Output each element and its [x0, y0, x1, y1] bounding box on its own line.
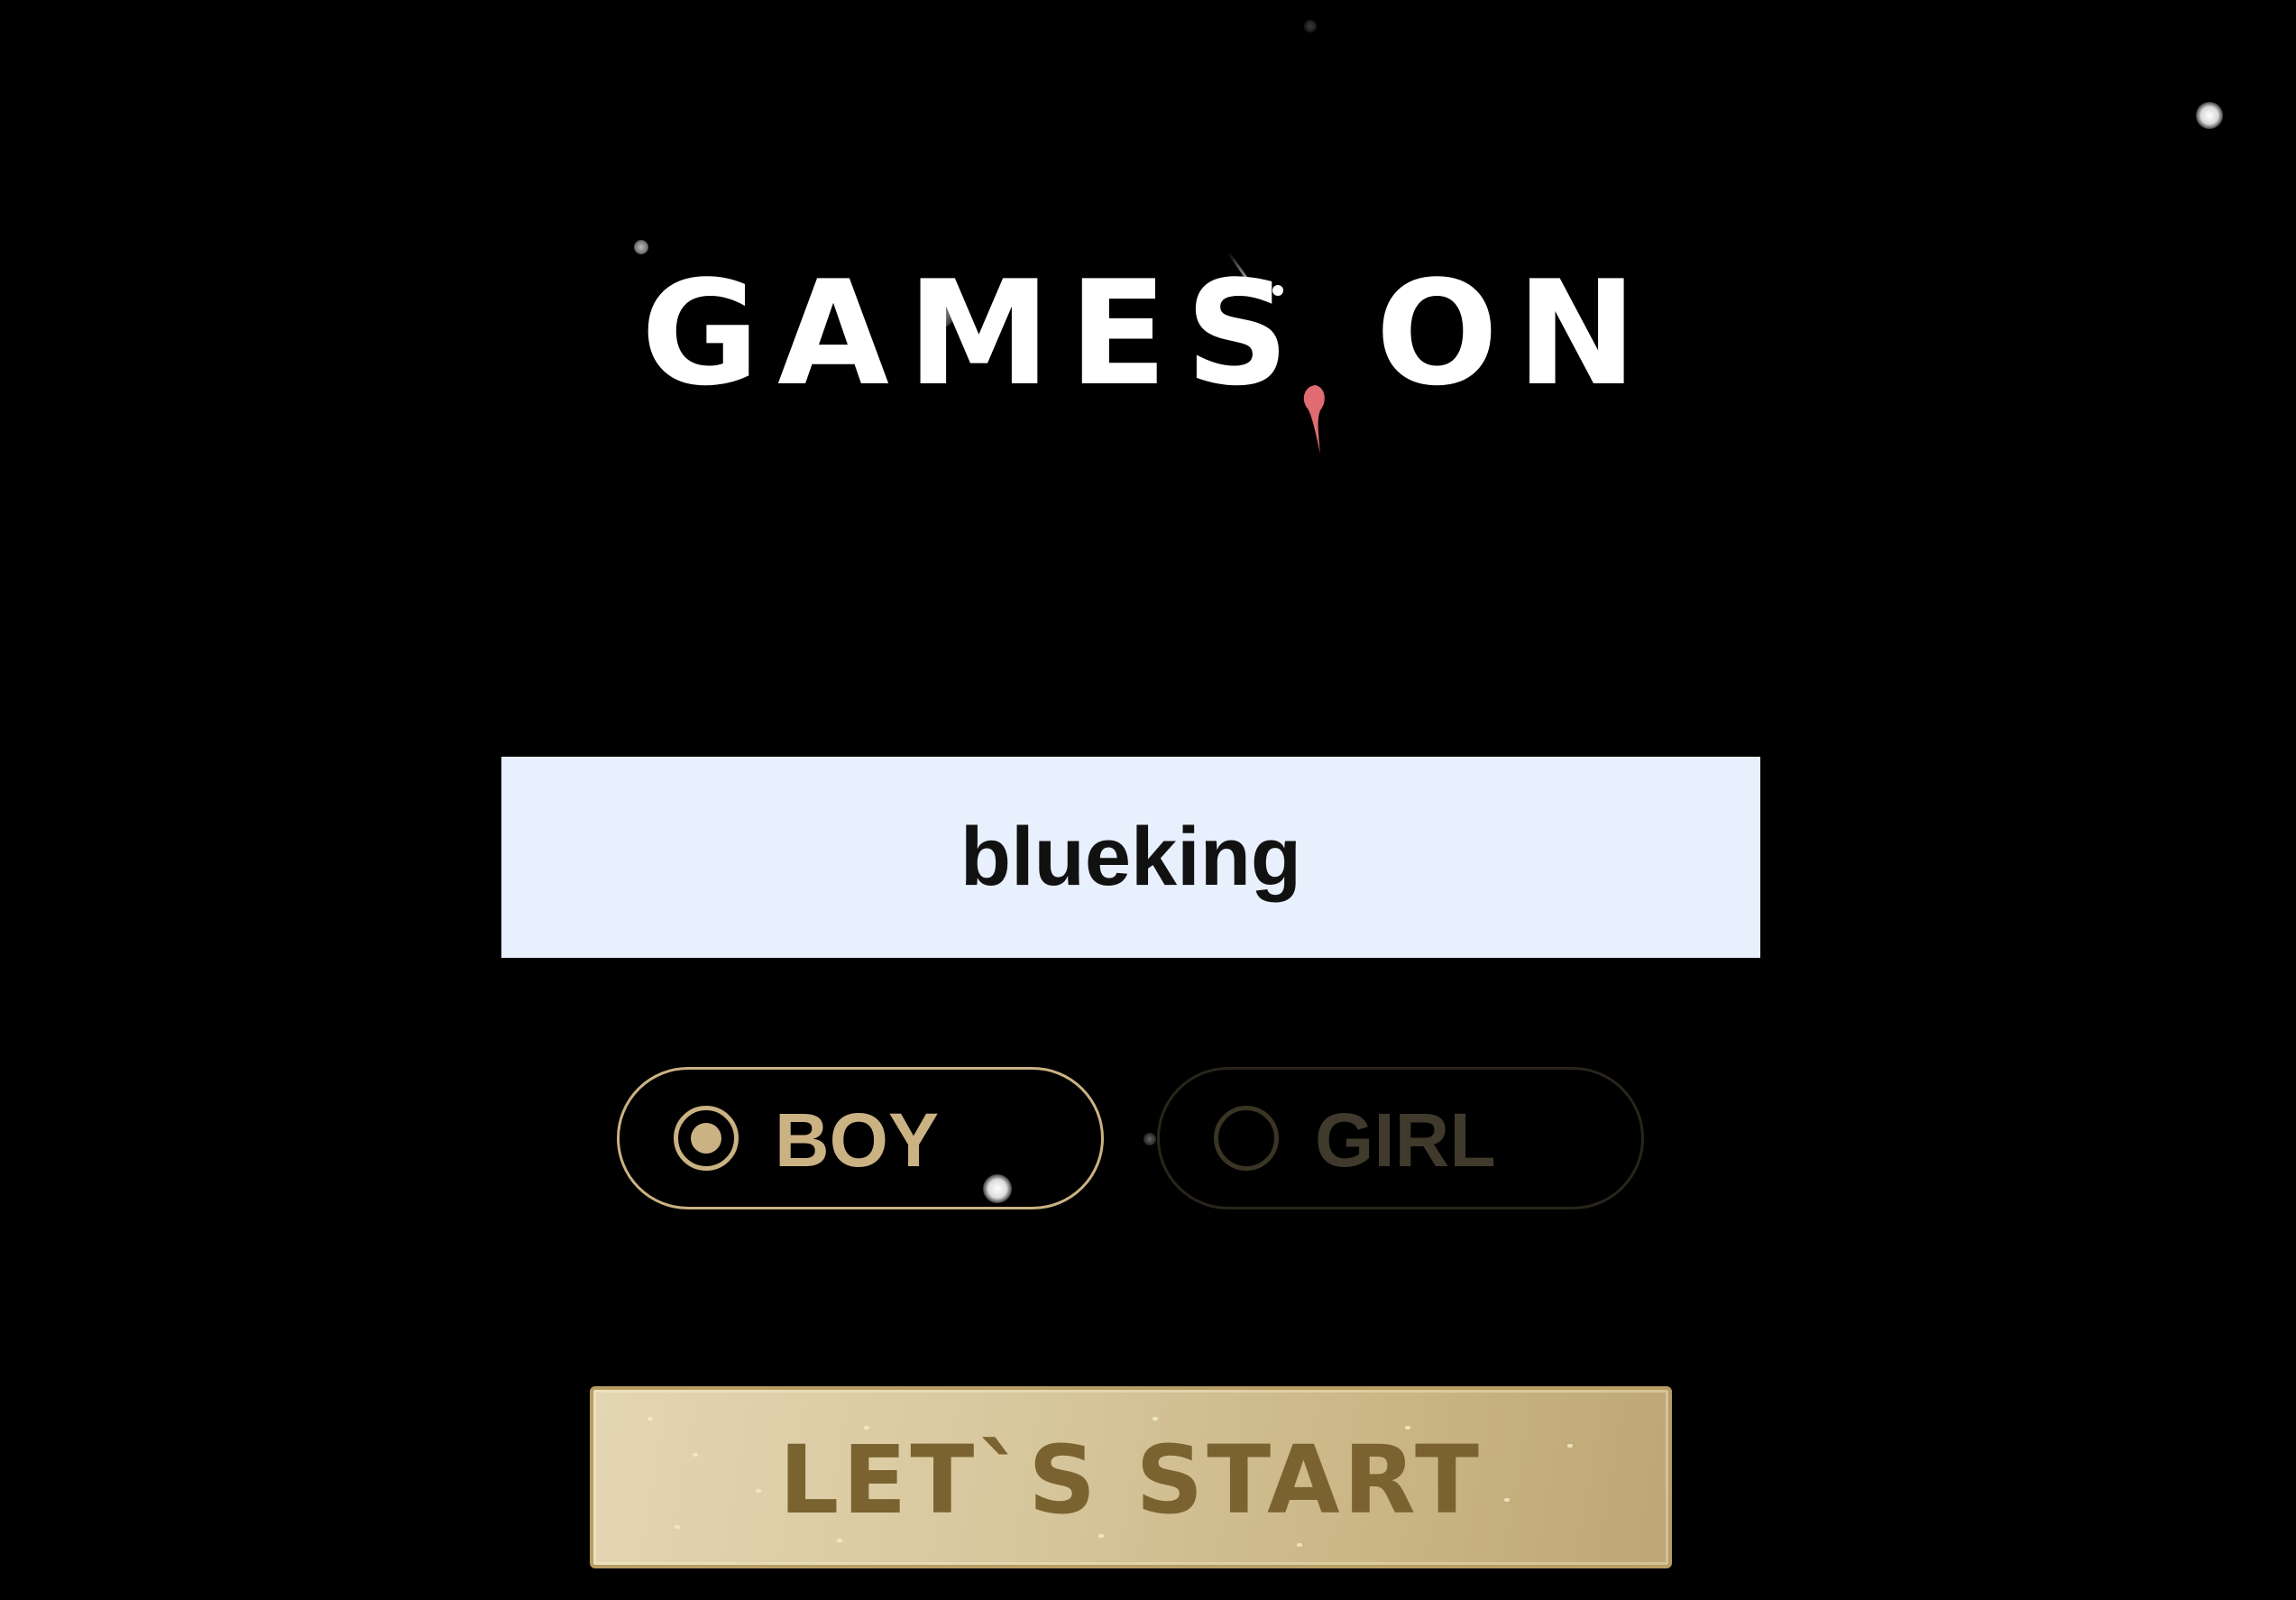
- gender-option-label: BOY: [775, 1098, 940, 1182]
- gender-option-label: GIRL: [1315, 1098, 1496, 1182]
- radio-selected-icon: [674, 1106, 739, 1171]
- start-button[interactable]: LET`S START: [590, 1386, 1672, 1568]
- player-name-input[interactable]: [501, 757, 1760, 958]
- particle-star: [1143, 1133, 1156, 1145]
- gold-fleck: [837, 1539, 842, 1542]
- particle-star: [1304, 20, 1317, 32]
- start-button-label: LET`S START: [779, 1425, 1483, 1535]
- game-start-screen: GAMES ON BOY GIRL LET`S START: [0, 0, 2296, 1600]
- gold-fleck: [1153, 1417, 1158, 1421]
- radio-unselected-icon: [1214, 1106, 1279, 1171]
- particle-star: [2196, 102, 2223, 129]
- gender-option-boy[interactable]: BOY: [617, 1067, 1104, 1209]
- game-title: GAMES ON: [640, 249, 1656, 418]
- gender-option-girl[interactable]: GIRL: [1157, 1067, 1644, 1209]
- gold-fleck: [647, 1417, 653, 1421]
- gold-fleck: [1297, 1543, 1302, 1547]
